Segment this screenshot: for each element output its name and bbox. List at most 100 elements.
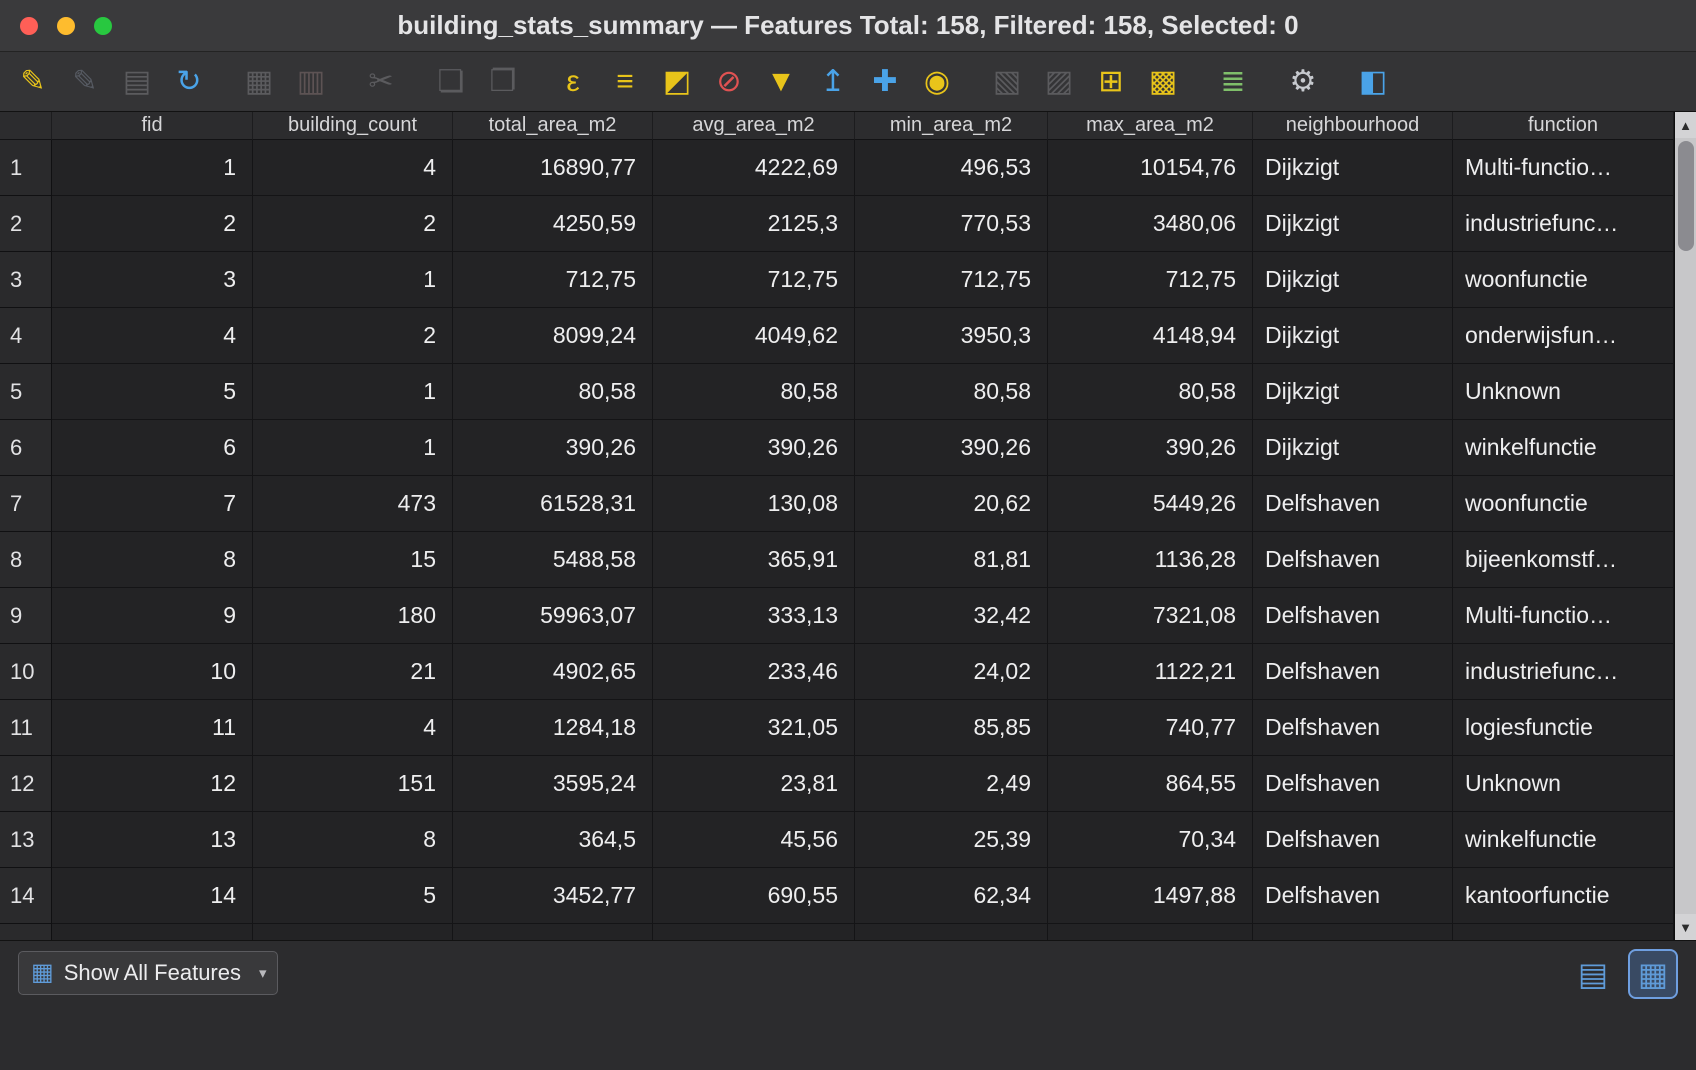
cell-building_count[interactable]: 4 [253, 140, 453, 196]
zoom-to-selected-button[interactable]: ◉ [914, 59, 960, 105]
cell-function[interactable]: woonfunctie [1453, 476, 1674, 532]
scrollbar-thumb[interactable] [1678, 141, 1694, 251]
cell-avg_area_m2[interactable]: 321,05 [653, 700, 855, 756]
cell-fid[interactable]: 11 [52, 700, 253, 756]
cell-fid[interactable]: 13 [52, 812, 253, 868]
cell-avg_area_m2[interactable]: 712,75 [653, 252, 855, 308]
cell-min_area_m2[interactable]: 25,39 [855, 812, 1048, 868]
cell-min_area_m2[interactable]: 24,02 [855, 644, 1048, 700]
cell-max_area_m2[interactable]: 10154,76 [1048, 140, 1253, 196]
cell-total_area_m2[interactable]: 3452,77 [453, 868, 653, 924]
cell-building_count[interactable]: 21 [253, 644, 453, 700]
cell-max_area_m2[interactable]: 1497,88 [1048, 868, 1253, 924]
cell-function[interactable]: kantoorfunctie [1453, 868, 1674, 924]
row-number[interactable]: 13 [0, 812, 52, 868]
cell-avg_area_m2[interactable]: 2125,3 [653, 196, 855, 252]
cell-total_area_m2[interactable]: 4250,59 [453, 196, 653, 252]
move-selection-top-button[interactable]: ↥ [810, 59, 856, 105]
feature-filter-dropdown[interactable]: ▦ Show All Features ▾ [18, 951, 278, 995]
cell-function[interactable]: bijeenkomstf… [1453, 532, 1674, 588]
cell-building_count[interactable]: 2 [253, 308, 453, 364]
cell-fid[interactable]: 12 [52, 756, 253, 812]
cell-building_count[interactable]: 1 [253, 252, 453, 308]
cell-avg_area_m2[interactable]: 80,58 [653, 364, 855, 420]
cell-fid[interactable]: 14 [52, 868, 253, 924]
cell-avg_area_m2[interactable]: 390,26 [653, 420, 855, 476]
cell-fid[interactable]: 8 [52, 532, 253, 588]
cell-building_count[interactable]: 2 [253, 196, 453, 252]
row-number[interactable]: 7 [0, 476, 52, 532]
row-number[interactable]: 5 [0, 364, 52, 420]
cell-total_area_m2[interactable]: 3595,24 [453, 756, 653, 812]
scroll-down-button[interactable]: ▼ [1675, 914, 1696, 940]
cell-min_area_m2[interactable]: 85,85 [855, 700, 1048, 756]
cell-max_area_m2[interactable]: 80,58 [1048, 364, 1253, 420]
cell-building_count[interactable]: 180 [253, 588, 453, 644]
cell-neighbourhood[interactable]: Dijkzigt [1253, 364, 1453, 420]
cell-neighbourhood[interactable]: Delfshaven [1253, 588, 1453, 644]
cell-min_area_m2[interactable]: 496,53 [855, 140, 1048, 196]
cell-total_area_m2[interactable]: 712,75 [453, 252, 653, 308]
cell-neighbourhood[interactable]: Delfshaven [1253, 756, 1453, 812]
column-header-avg_area_m2[interactable]: avg_area_m2 [653, 112, 855, 140]
cell-min_area_m2[interactable]: 32,42 [855, 588, 1048, 644]
cell-building_count[interactable]: 5 [253, 868, 453, 924]
cell-avg_area_m2[interactable]: 130,08 [653, 476, 855, 532]
scrollbar-track[interactable] [1675, 138, 1696, 914]
row-number[interactable]: 11 [0, 700, 52, 756]
cell-building_count[interactable]: 1 [253, 420, 453, 476]
field-calculator-button[interactable]: ⊞ [1088, 59, 1134, 105]
cell-max_area_m2[interactable]: 70,34 [1048, 812, 1253, 868]
column-header-function[interactable]: function [1453, 112, 1674, 140]
cell-min_area_m2[interactable]: 3950,3 [855, 308, 1048, 364]
cell-fid[interactable]: 3 [52, 252, 253, 308]
cell-total_area_m2[interactable]: 61528,31 [453, 476, 653, 532]
switch-to-form-view-button[interactable]: ▤ [1570, 951, 1616, 997]
cell-max_area_m2[interactable]: 1136,28 [1048, 532, 1253, 588]
cell-building_count[interactable]: 1 [253, 364, 453, 420]
cell-avg_area_m2[interactable]: 690,55 [653, 868, 855, 924]
row-number[interactable]: 3 [0, 252, 52, 308]
cell-max_area_m2[interactable]: 712,75 [1048, 252, 1253, 308]
cell-avg_area_m2[interactable]: 45,56 [653, 812, 855, 868]
cell-function[interactable]: Unknown [1453, 756, 1674, 812]
cell-fid[interactable]: 5 [52, 364, 253, 420]
organize-columns-button[interactable]: ≣ [1210, 59, 1256, 105]
row-number[interactable]: 1 [0, 140, 52, 196]
column-header-neighbourhood[interactable]: neighbourhood [1253, 112, 1453, 140]
cell-total_area_m2[interactable]: 364,5 [453, 812, 653, 868]
cell-total_area_m2[interactable]: 4902,65 [453, 644, 653, 700]
cell-function[interactable]: industriefunc… [1453, 196, 1674, 252]
conditional-formatting-button[interactable]: ▩ [1140, 59, 1186, 105]
select-all-button[interactable]: ≡ [602, 59, 648, 105]
cell-neighbourhood[interactable]: Delfshaven [1253, 532, 1453, 588]
cell-min_area_m2[interactable]: 390,26 [855, 420, 1048, 476]
cell-function[interactable]: logiesfunctie [1453, 700, 1674, 756]
cell-total_area_m2[interactable]: 1284,18 [453, 700, 653, 756]
cell-avg_area_m2[interactable]: 4049,62 [653, 308, 855, 364]
minimize-button[interactable] [57, 17, 75, 35]
actions-button[interactable]: ⚙ [1280, 59, 1326, 105]
cell-building_count[interactable]: 473 [253, 476, 453, 532]
cell-neighbourhood[interactable]: Delfshaven [1253, 644, 1453, 700]
cell-neighbourhood[interactable]: Delfshaven [1253, 812, 1453, 868]
cell-total_area_m2[interactable]: 16890,77 [453, 140, 653, 196]
row-number[interactable]: 10 [0, 644, 52, 700]
cell-building_count[interactable]: 151 [253, 756, 453, 812]
column-header-fid[interactable]: fid [52, 112, 253, 140]
cell-fid[interactable]: 7 [52, 476, 253, 532]
column-header-max_area_m2[interactable]: max_area_m2 [1048, 112, 1253, 140]
vertical-scrollbar[interactable]: ▲ ▼ [1674, 112, 1696, 940]
cell-min_area_m2[interactable]: 770,53 [855, 196, 1048, 252]
zoom-window-button[interactable] [94, 17, 112, 35]
cell-total_area_m2[interactable]: 5488,58 [453, 532, 653, 588]
cell-fid[interactable]: 10 [52, 644, 253, 700]
cell-min_area_m2[interactable]: 81,81 [855, 532, 1048, 588]
cell-min_area_m2[interactable]: 62,34 [855, 868, 1048, 924]
cell-total_area_m2[interactable]: 8099,24 [453, 308, 653, 364]
column-header-total_area_m2[interactable]: total_area_m2 [453, 112, 653, 140]
select-by-expression-button[interactable]: ε [550, 59, 596, 105]
cell-max_area_m2[interactable]: 740,77 [1048, 700, 1253, 756]
cell-neighbourhood[interactable]: Dijkzigt [1253, 140, 1453, 196]
cell-max_area_m2[interactable]: 5449,26 [1048, 476, 1253, 532]
